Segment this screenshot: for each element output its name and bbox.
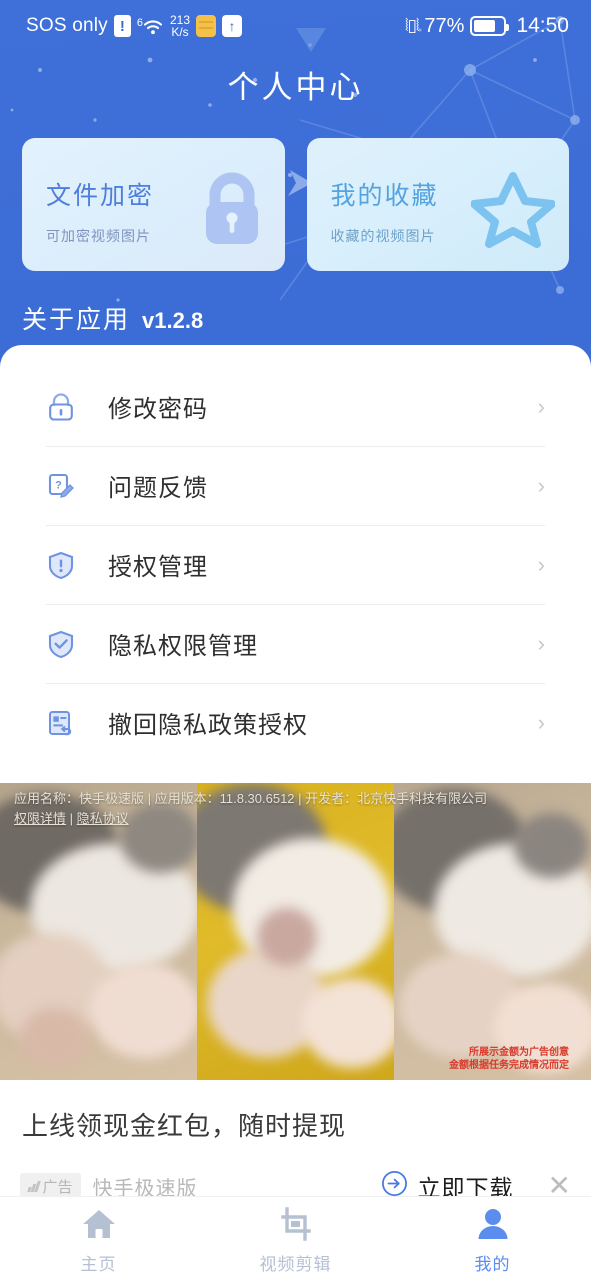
ad-legal-text: 应用名称：快手极速版 | 应用版本：11.8.30.6512 | 开发者：北京快… [14,789,577,829]
nav-item-label: 视频剪辑 [259,1254,332,1274]
ad-bars-icon [27,1180,41,1192]
feedback-pencil-icon: ? [46,471,76,501]
menu-item-label: 隐私权限管理 [108,633,258,660]
settings-menu: 修改密码 › ? 问题反馈 › 授权管理 › 隐私权限管理 › 撤回隐私政策授权… [0,345,591,762]
menu-item-label: 授权管理 [108,554,208,581]
shield-alert-icon [46,550,76,580]
ad-disclaimer-line-2: 金额根据任务完成情况而定 [449,1060,569,1071]
ad-headline: 上线领现金红包，随时提现 [22,1111,347,1141]
nav-item-home[interactable]: 主页 [0,1197,197,1280]
vibrate-icon: ⦚▯⦚ [404,16,420,35]
menu-item-feedback[interactable]: ? 问题反馈 › [46,446,545,525]
document-undo-icon [46,708,76,738]
nav-item-label: 我的 [474,1254,511,1274]
person-icon [475,1207,511,1246]
status-bar-left: SOS only ! 6 213 K/s ↑ [0,13,243,39]
menu-item-label: 撤回隐私政策授权 [108,712,308,739]
ad-privacy-link[interactable]: 隐私协议 [77,811,129,826]
ad-disclaimer-line-1: 所展示金额为广告创意 [469,1047,569,1058]
feature-cards: 文件加密 可加密视频图片 我的收藏 收藏的视频图片 [22,138,569,271]
upload-arrow-icon: ↑ [222,15,243,37]
phone-screen: SOS only ! 6 213 K/s ↑ ⦚▯⦚ 77% 14:50 个人中… [0,0,591,1280]
chevron-right-icon: › [537,630,545,656]
svg-text:?: ? [55,479,62,491]
network-speed: 213 K/s [169,13,191,39]
nav-item-label: 主页 [80,1254,117,1274]
carrier-label: SOS only [26,15,108,36]
battery-icon [470,16,510,36]
chevron-right-icon: › [537,709,545,735]
page-title: 个人中心 [227,70,364,105]
chevron-right-icon: › [537,551,545,577]
menu-item-label: 修改密码 [108,396,208,423]
wifi-icon: 6 [137,16,164,36]
lock-icon [193,168,271,253]
menu-item-privacy-permissions[interactable]: 隐私权限管理 › [46,604,545,683]
home-icon [81,1207,117,1246]
ad-legal-links: 权限详情 | 隐私协议 [14,809,577,829]
my-favorites-card[interactable]: 我的收藏 收藏的视频图片 [306,138,569,271]
sim-card-icon [196,15,217,37]
about-app-section: 关于应用 v1.2.8 [22,300,203,336]
ad-legal-separator: | [66,811,77,826]
file-encrypt-card[interactable]: 文件加密 可加密视频图片 [22,138,285,271]
menu-item-change-password[interactable]: 修改密码 › [46,367,545,446]
menu-item-revoke-privacy-policy[interactable]: 撤回隐私政策授权 › [46,683,545,762]
shield-check-icon [46,629,76,659]
clock: 14:50 [516,14,569,37]
star-icon [470,168,556,253]
status-bar-right: ⦚▯⦚ 77% 14:50 [405,14,569,38]
advertisement[interactable]: 应用名称：快手极速版 | 应用版本：11.8.30.6512 | 开发者：北京快… [0,783,591,1209]
chevron-right-icon: › [537,472,545,498]
nav-item-video-edit[interactable]: 视频剪辑 [197,1197,394,1280]
content-sheet: 修改密码 › ? 问题反馈 › 授权管理 › 隐私权限管理 › 撤回隐私政策授权… [0,345,591,1280]
battery-percent: 77% [424,14,465,37]
about-app-label: 关于应用 [22,306,131,334]
sim-warning-icon: ! [113,15,131,37]
ad-permission-link[interactable]: 权限详情 [14,811,66,826]
chevron-right-icon: › [537,393,545,419]
menu-item-authorization[interactable]: 授权管理 › [46,525,545,604]
bottom-navigation: 主页 视频剪辑 我的 [0,1196,591,1280]
ad-tag-label: 广告 [42,1178,73,1196]
ad-disclaimer-note: 所展示金额为广告创意 金额根据任务完成情况而定 [449,1046,569,1072]
lock-outline-icon [46,392,76,422]
ad-legal-line: 应用名称：快手极速版 | 应用版本：11.8.30.6512 | 开发者：北京快… [14,791,488,806]
crop-icon [278,1206,314,1246]
ad-image[interactable]: 应用名称：快手极速版 | 应用版本：11.8.30.6512 | 开发者：北京快… [0,783,591,1080]
nav-item-profile[interactable]: 我的 [394,1197,591,1280]
about-app-version: v1.2.8 [142,308,204,333]
status-bar: SOS only ! 6 213 K/s ↑ ⦚▯⦚ 77% 14:50 [0,0,591,52]
menu-item-label: 问题反馈 [108,475,208,502]
